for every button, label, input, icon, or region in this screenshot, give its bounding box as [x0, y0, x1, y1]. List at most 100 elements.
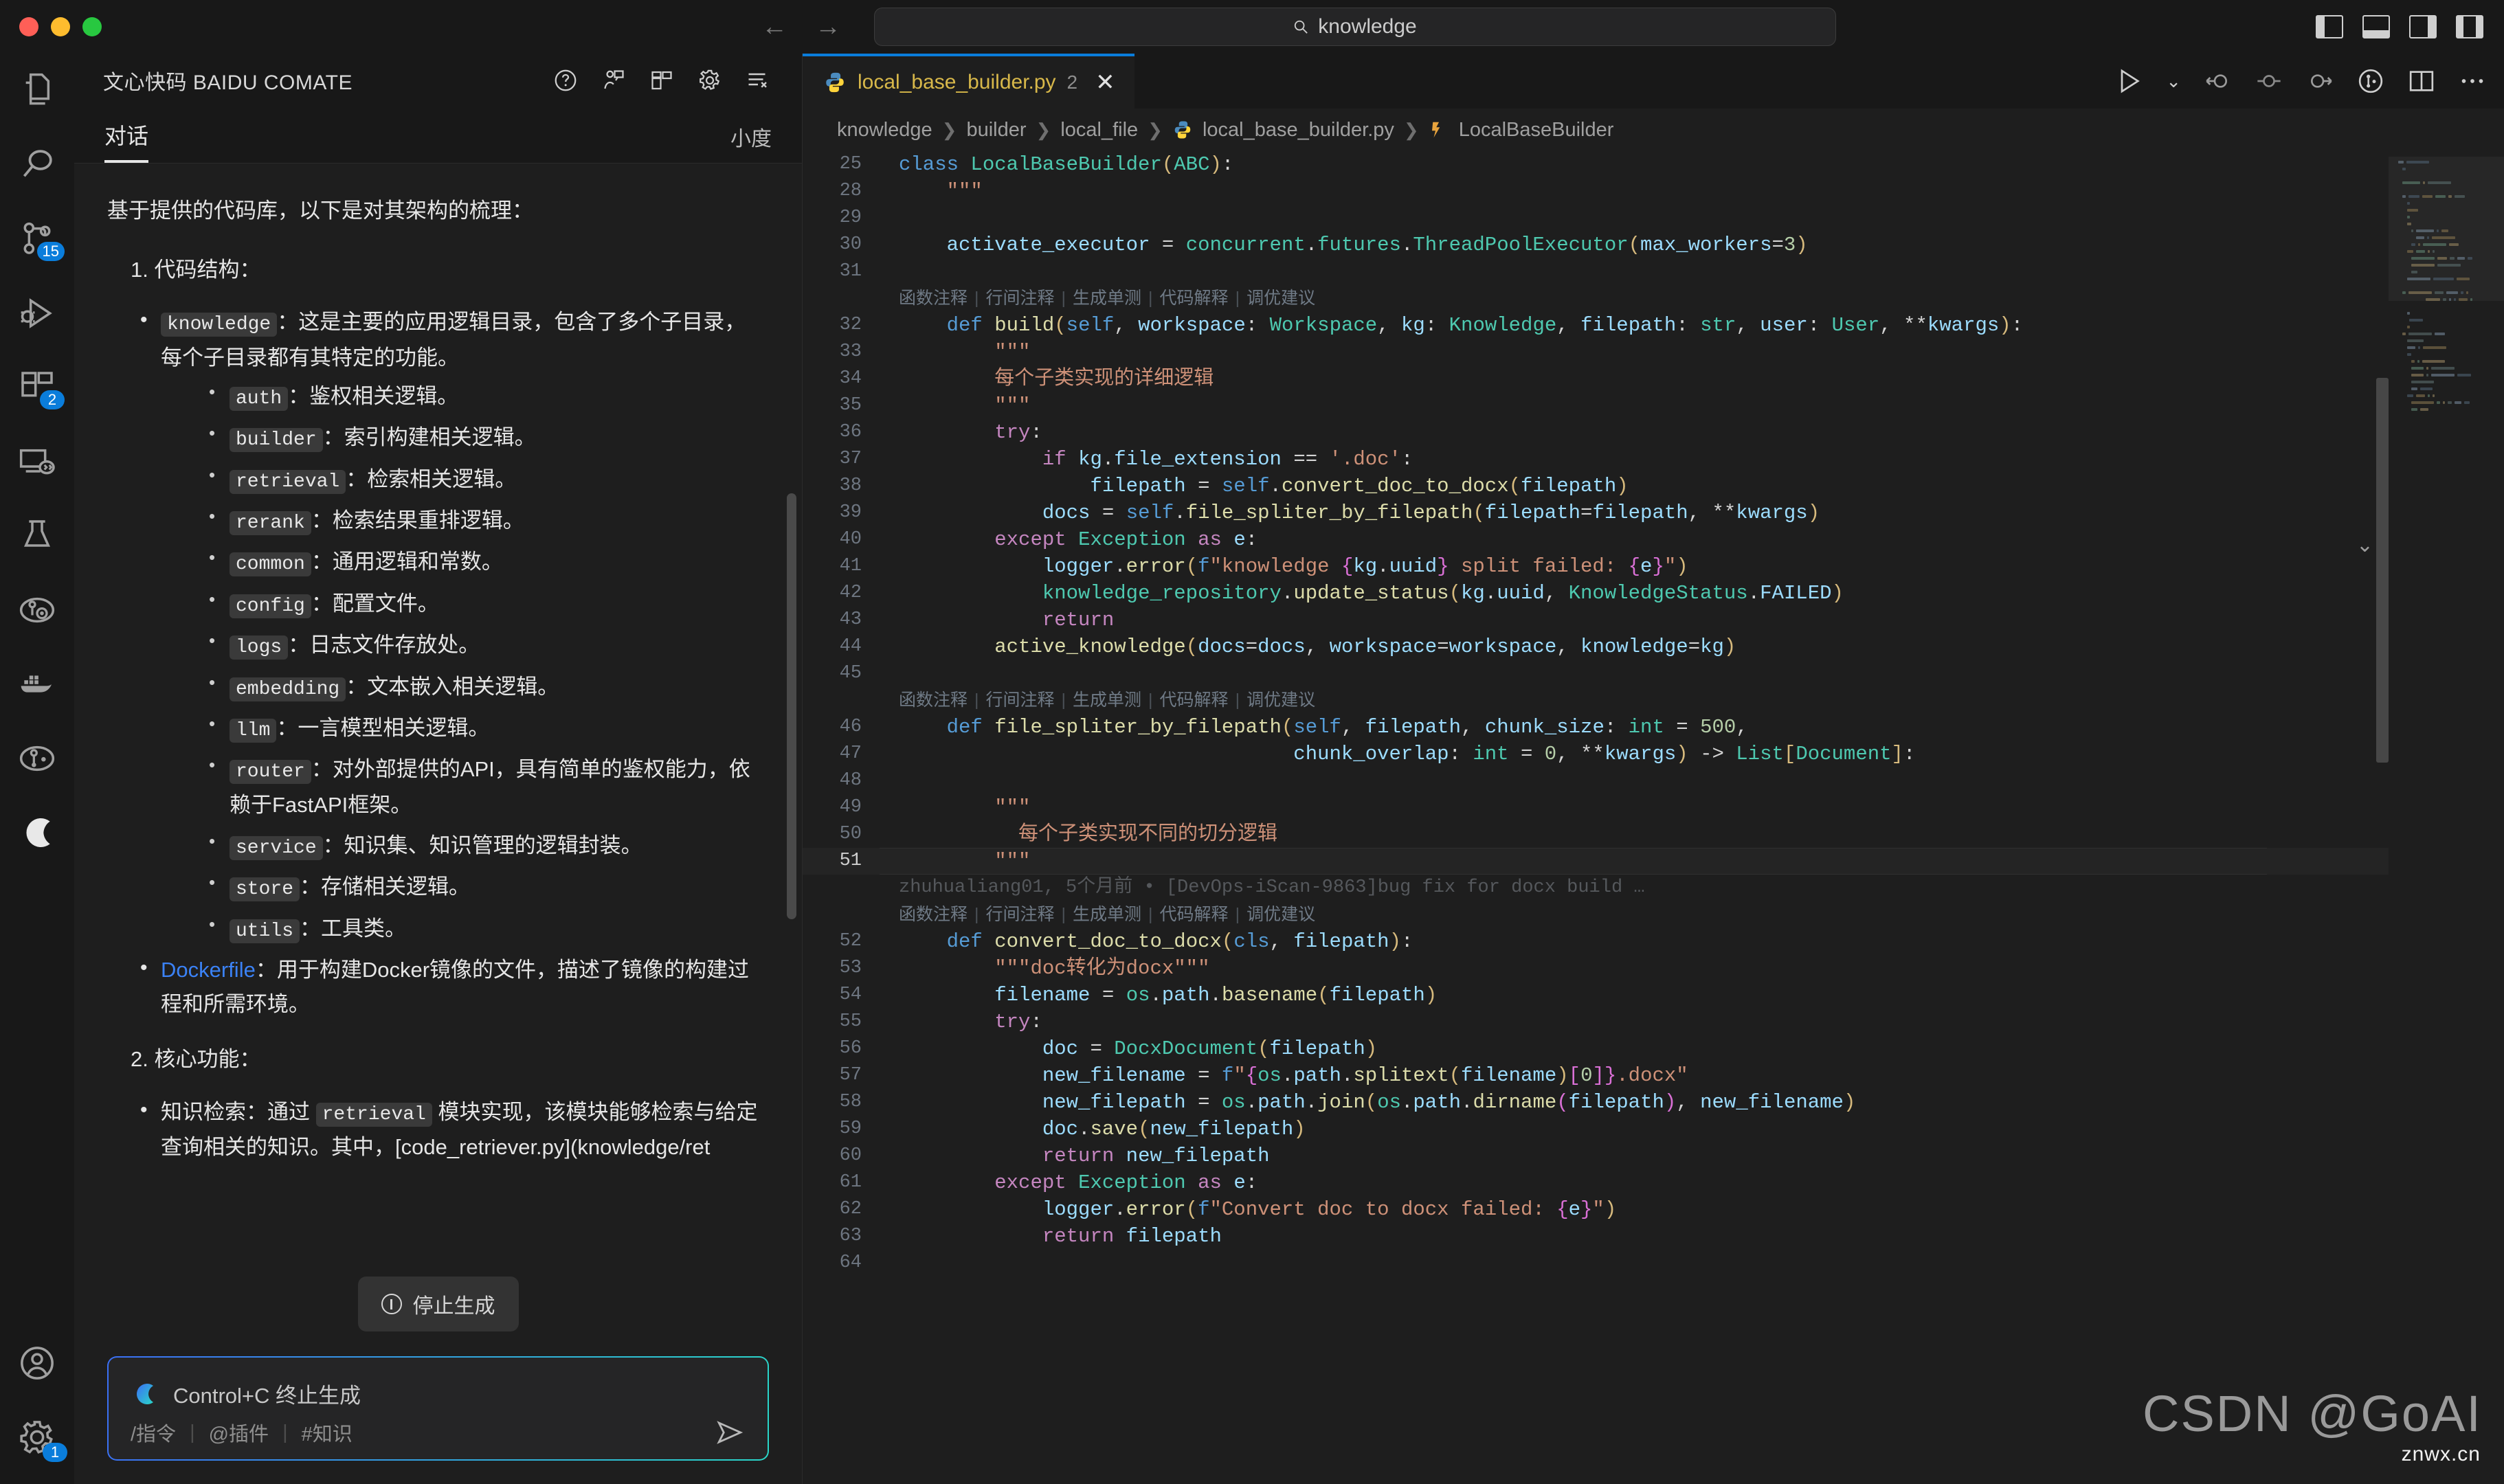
- chip-knowledge[interactable]: #知识: [302, 1418, 353, 1447]
- code-line[interactable]: 36 try:: [803, 419, 2504, 446]
- code-line[interactable]: 51 """: [803, 848, 2504, 875]
- assistant-name-label[interactable]: 小度: [730, 122, 772, 163]
- code-line[interactable]: 58 new_filepath = os.path.join(os.path.d…: [803, 1089, 2504, 1116]
- step-back-icon[interactable]: [2204, 67, 2232, 95]
- minimap[interactable]: [2389, 151, 2504, 1484]
- breadcrumb-item-builder[interactable]: builder: [966, 119, 1026, 142]
- chat-input[interactable]: Control+C 终止生成 /指令 | @插件 | #知识: [109, 1358, 768, 1459]
- codelens-action[interactable]: 生成单测: [1073, 687, 1141, 714]
- close-icon[interactable]: ✕: [1095, 71, 1115, 94]
- sidebar-item-extensions[interactable]: 2: [0, 350, 74, 425]
- sidebar-item-source-control[interactable]: 15: [0, 202, 74, 276]
- sidebar-item-gitlens[interactable]: [0, 573, 74, 647]
- tab-conversation[interactable]: 对话: [104, 119, 149, 163]
- code-line[interactable]: 31: [803, 258, 2504, 285]
- code-line[interactable]: 61 except Exception as e:: [803, 1169, 2504, 1196]
- codelens-action[interactable]: 行间注释: [986, 285, 1055, 312]
- sidebar-item-testing[interactable]: [0, 499, 74, 573]
- sidebar-item-manage[interactable]: 1: [0, 1400, 74, 1474]
- sidebar-item-run-and-debug[interactable]: [0, 276, 74, 350]
- breadcrumb-item-class[interactable]: LocalBaseBuilder: [1459, 119, 1614, 142]
- close-window-button[interactable]: [19, 17, 38, 36]
- code-line[interactable]: 63 return filepath: [803, 1223, 2504, 1250]
- codelens-action[interactable]: 调优建议: [1247, 285, 1315, 312]
- send-icon[interactable]: [715, 1418, 744, 1447]
- codelens-action[interactable]: 函数注释: [899, 901, 968, 928]
- step-into-icon[interactable]: [2255, 67, 2283, 95]
- code-line[interactable]: 37 if kg.file_extension == '.doc':: [803, 446, 2504, 473]
- codelens-action[interactable]: 调优建议: [1247, 687, 1315, 714]
- code-line[interactable]: 53 """doc转化为docx""": [803, 955, 2504, 982]
- code-line[interactable]: 41 logger.error(f"knowledge {kg.uuid} sp…: [803, 553, 2504, 580]
- toggle-panel-icon[interactable]: [2362, 15, 2390, 38]
- go-back-icon[interactable]: ←: [761, 14, 787, 40]
- toggle-secondary-sidebar-icon[interactable]: [2409, 15, 2437, 38]
- chevron-down-icon[interactable]: ⌄: [2356, 533, 2373, 557]
- sidebar-item-comate[interactable]: [0, 796, 74, 870]
- toggle-primary-sidebar-icon[interactable]: [2316, 15, 2343, 38]
- code-line[interactable]: 40 except Exception as e:: [803, 526, 2504, 553]
- maximize-window-button[interactable]: [82, 17, 102, 36]
- code-line[interactable]: 25 class LocalBaseBuilder(ABC):: [803, 151, 2504, 178]
- code-line[interactable]: 57 new_filename = f"{os.path.splitext(fi…: [803, 1062, 2504, 1089]
- codelens-action[interactable]: 函数注释: [899, 687, 968, 714]
- code-line[interactable]: 38 filepath = self.convert_doc_to_docx(f…: [803, 473, 2504, 499]
- code-line[interactable]: 44 active_knowledge(docs=docs, workspace…: [803, 633, 2504, 660]
- code-line[interactable]: 64: [803, 1250, 2504, 1277]
- code-line[interactable]: 50 每个子类实现不同的切分逻辑: [803, 821, 2504, 848]
- code-line[interactable]: 55 try:: [803, 1009, 2504, 1035]
- command-center[interactable]: knowledge: [874, 8, 1836, 46]
- step-over-icon[interactable]: [2306, 67, 2334, 95]
- conversation-scroll-area[interactable]: 基于提供的代码库，以下是对其架构的梳理： 1. 代码结构： knowledge：…: [74, 164, 802, 1277]
- run-python-file-icon[interactable]: [2115, 67, 2143, 95]
- code-editor[interactable]: 25 class LocalBaseBuilder(ABC): 28 """ 29 30…: [803, 151, 2504, 1484]
- codelens-action[interactable]: 行间注释: [986, 687, 1055, 714]
- chip-plugin[interactable]: @插件: [209, 1418, 269, 1447]
- customize-layout-icon[interactable]: [2456, 15, 2483, 38]
- codelens-action[interactable]: 生成单测: [1073, 901, 1141, 928]
- editor-vertical-scrollbar[interactable]: [2376, 378, 2389, 763]
- codelens-action[interactable]: 代码解释: [1160, 901, 1229, 928]
- code-line[interactable]: 29: [803, 205, 2504, 232]
- code-line[interactable]: 28 """: [803, 178, 2504, 205]
- sidebar-item-accounts[interactable]: [0, 1326, 74, 1400]
- code-line[interactable]: 48: [803, 767, 2504, 794]
- go-forward-icon[interactable]: →: [815, 14, 841, 40]
- code-line[interactable]: 33 """: [803, 339, 2504, 366]
- chevron-down-icon[interactable]: ⌄: [2166, 71, 2181, 92]
- codelens-action[interactable]: 代码解释: [1160, 687, 1229, 714]
- split-editor-icon[interactable]: [2408, 67, 2435, 95]
- code-line[interactable]: 47 chunk_overlap: int = 0, **kwargs) -> …: [803, 741, 2504, 767]
- stop-generation-button[interactable]: 停止生成: [357, 1277, 519, 1331]
- sidebar-item-search[interactable]: [0, 128, 74, 202]
- codelens-action[interactable]: 函数注释: [899, 285, 968, 312]
- breadcrumb-item-file[interactable]: local_base_builder.py: [1203, 119, 1394, 142]
- code-line[interactable]: 60 return new_filepath: [803, 1143, 2504, 1169]
- code-line[interactable]: 56 doc = DocxDocument(filepath): [803, 1035, 2504, 1062]
- sidebar-item-docker[interactable]: [0, 647, 74, 721]
- sidebar-item-explorer[interactable]: [0, 54, 74, 128]
- code-line[interactable]: 45: [803, 660, 2504, 687]
- codelens-action[interactable]: 调优建议: [1247, 901, 1315, 928]
- code-line[interactable]: 46 def file_spliter_by_filepath(self, fi…: [803, 714, 2504, 741]
- clear-list-icon[interactable]: [746, 68, 770, 93]
- layout-icon[interactable]: [649, 68, 674, 93]
- code-line[interactable]: 30 activate_executor = concurrent.future…: [803, 232, 2504, 258]
- code-line[interactable]: 34 每个子类实现的详细逻辑: [803, 366, 2504, 392]
- conversation-scrollbar[interactable]: [787, 493, 796, 919]
- code-line[interactable]: 52 def convert_doc_to_docx(cls, filepath…: [803, 928, 2504, 955]
- codelens-action[interactable]: 生成单测: [1073, 285, 1141, 312]
- tab-local-base-builder[interactable]: local_base_builder.py 2 ✕: [803, 54, 1134, 109]
- code-line[interactable]: 49 """: [803, 794, 2504, 821]
- code-line[interactable]: 54 filename = os.path.basename(filepath): [803, 982, 2504, 1009]
- breadcrumb-item-local-file[interactable]: local_file: [1060, 119, 1138, 142]
- breadcrumb-item-knowledge[interactable]: knowledge: [837, 119, 932, 142]
- sidebar-item-remote-explorer[interactable]: [0, 425, 74, 499]
- code-line[interactable]: 42 knowledge_repository.update_status(kg…: [803, 580, 2504, 607]
- code-line[interactable]: 62 logger.error(f"Convert doc to docx fa…: [803, 1196, 2504, 1223]
- dockerfile-link[interactable]: Dockerfile: [161, 958, 256, 982]
- gitlens-icon[interactable]: [2357, 67, 2384, 95]
- code-line[interactable]: 43 return: [803, 607, 2504, 633]
- code-line[interactable]: 32 def build(self, workspace: Workspace,…: [803, 312, 2504, 339]
- more-actions-icon[interactable]: [2459, 67, 2486, 95]
